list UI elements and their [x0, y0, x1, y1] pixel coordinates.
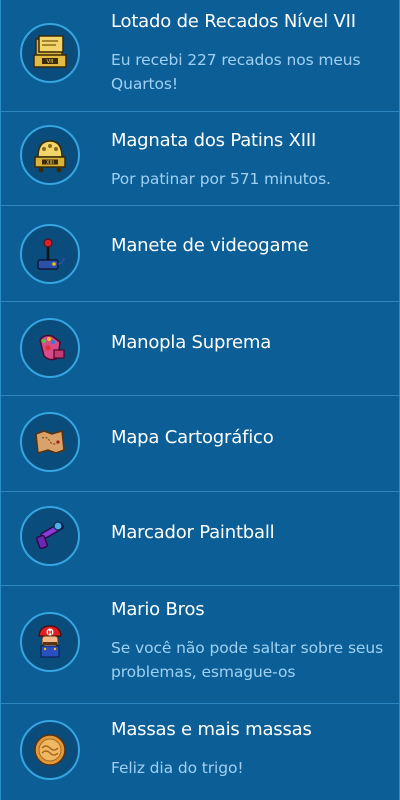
badge-title: Marcador Paintball — [111, 522, 275, 543]
svg-text:VII: VII — [46, 59, 53, 65]
badge-description: Eu recebi 227 recados nos meus Quartos! — [111, 51, 361, 93]
badge-item-lotado-de-recados[interactable]: VII Lotado de Recados Nível VII Eu receb… — [1, 0, 399, 112]
badge-description: Feliz dia do trigo! — [111, 759, 244, 777]
badge-list-screen: VII Lotado de Recados Nível VII Eu receb… — [0, 0, 400, 800]
badge-frame — [20, 224, 80, 284]
badge-frame: VII — [20, 23, 80, 83]
badge-item-manete-de-videogame[interactable]: Manete de videogame — [1, 206, 399, 302]
badge-item-manopla-suprema[interactable]: Manopla Suprema — [1, 302, 399, 396]
badge-description: Se você não pode saltar sobre seus probl… — [111, 639, 384, 681]
gold-skate-badge-icon: XIII — [34, 140, 66, 173]
badge-text: Manopla Suprema — [111, 331, 389, 355]
badge-title: Manopla Suprema — [111, 332, 272, 353]
badge-title: Massas e mais massas — [111, 719, 312, 740]
svg-text:XIII: XIII — [46, 160, 54, 166]
badge-frame: M — [20, 612, 80, 672]
svg-text:M: M — [48, 630, 53, 636]
badge-text: Mario Bros Se você não pode saltar sobre… — [111, 598, 389, 684]
gauntlet-icon — [39, 334, 65, 361]
badge-text: Mapa Cartográfico — [111, 426, 389, 450]
badge-frame — [20, 506, 80, 566]
badge-frame — [20, 720, 80, 780]
badge-frame: XIII — [20, 125, 80, 185]
badge-text: Marcador Paintball — [111, 521, 389, 545]
gold-notes-badge-icon: VII — [33, 35, 67, 68]
badge-description: Por patinar por 571 minutos. — [111, 170, 331, 188]
badge-item-mario-bros[interactable]: M Mario Bros Se você não pode saltar sob… — [1, 586, 399, 704]
badge-text: Magnata dos Patins XIII Por patinar por … — [111, 129, 389, 191]
badge-text: Massas e mais massas Feliz dia do trigo! — [111, 718, 389, 780]
badge-item-magnata-dos-patins[interactable]: XIII Magnata dos Patins XIII Por patinar… — [1, 112, 399, 206]
badge-item-massas-e-mais-massas[interactable]: Massas e mais massas Feliz dia do trigo! — [1, 704, 399, 800]
paintball-marker-icon — [36, 521, 64, 550]
pasta-coin-icon — [34, 734, 66, 766]
badge-title: Mapa Cartográfico — [111, 427, 274, 448]
badge-title: Magnata dos Patins XIII — [111, 130, 317, 151]
joystick-icon — [37, 238, 65, 270]
badge-title: Mario Bros — [111, 599, 205, 620]
badge-title: Manete de videogame — [111, 235, 309, 256]
mario-icon: M — [38, 625, 62, 658]
badge-text: Manete de videogame — [111, 234, 389, 258]
badge-frame — [20, 318, 80, 378]
badge-item-marcador-paintball[interactable]: Marcador Paintball — [1, 492, 399, 586]
map-scroll-icon — [35, 430, 65, 454]
badge-text: Lotado de Recados Nível VII Eu recebi 22… — [111, 10, 389, 96]
badge-frame — [20, 412, 80, 472]
badge-title: Lotado de Recados Nível VII — [111, 11, 356, 32]
badge-item-mapa-cartografico[interactable]: Mapa Cartográfico — [1, 396, 399, 492]
